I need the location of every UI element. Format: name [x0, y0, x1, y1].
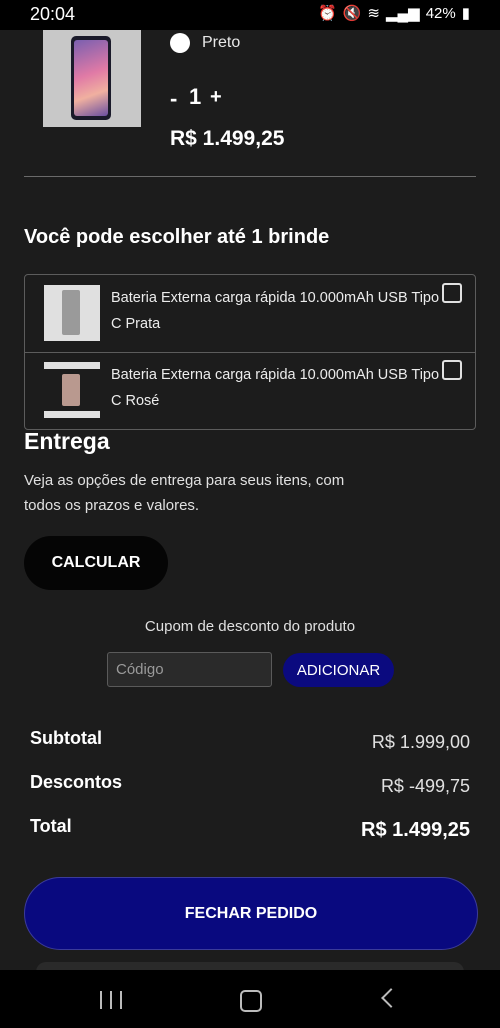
- alarm-icon: ⏰: [318, 5, 337, 22]
- total-label: Total: [30, 816, 72, 836]
- divider: [24, 176, 476, 177]
- home-icon[interactable]: [240, 990, 262, 1012]
- back-icon[interactable]: [381, 988, 401, 1008]
- status-icons: ⏰ 🔇 ≋ ▂▄▆ 42% ▮: [318, 4, 470, 23]
- subtotal-value: R$ 1.999,00: [371, 732, 470, 752]
- navigation-bar: [0, 970, 500, 1028]
- discount-value: R$ -499,75: [380, 776, 470, 796]
- wifi-icon: ≋: [367, 5, 380, 22]
- product-image: [43, 30, 141, 127]
- mute-icon: 🔇: [342, 5, 362, 22]
- gift-item[interactable]: Bateria Externa carga rápida 10.000mAh U…: [25, 275, 475, 353]
- gift-thumbnail: [44, 362, 100, 418]
- recent-apps-icon[interactable]: [100, 991, 122, 1009]
- product-price: R$ 1.499,25: [170, 127, 285, 150]
- status-time: 20:04: [30, 4, 76, 24]
- delivery-description: Veja as opções de entrega para seus iten…: [24, 472, 345, 514]
- add-coupon-button[interactable]: ADICIONAR: [283, 653, 394, 687]
- status-bar: 20:04 ⏰ 🔇 ≋ ▂▄▆ 42% ▮: [0, 0, 500, 30]
- signal-icon: ▂▄▆: [386, 5, 420, 22]
- gift-checkbox[interactable]: [442, 283, 462, 303]
- gifts-list: Bateria Externa carga rápida 10.000mAh U…: [24, 274, 476, 430]
- phone-icon: [71, 36, 111, 120]
- coupon-input[interactable]: [107, 652, 272, 687]
- battery-level: 42%: [425, 4, 456, 22]
- gift-checkbox[interactable]: [442, 360, 462, 380]
- gift-name: Bateria Externa carga rápida 10.000mAh U…: [111, 290, 440, 332]
- subtotal-label: Subtotal: [30, 728, 102, 748]
- delivery-title: Entrega: [24, 428, 110, 454]
- gifts-title: Você pode escolher até 1 brinde: [24, 226, 330, 248]
- quantity-value: 1: [189, 84, 202, 109]
- total-value: R$ 1.499,25: [361, 819, 470, 841]
- gift-thumbnail: [44, 285, 100, 341]
- checkout-button[interactable]: FECHAR PEDIDO: [24, 877, 478, 950]
- discount-label: Descontos: [30, 772, 123, 792]
- coupon-label: Cupom de desconto do produto: [144, 618, 356, 635]
- calculate-button[interactable]: CALCULAR: [24, 536, 168, 590]
- quantity-decrease-button[interactable]: -: [170, 86, 177, 112]
- battery-icon: ▮: [461, 5, 470, 22]
- gift-name: Bateria Externa carga rápida 10.000mAh U…: [111, 367, 440, 409]
- color-radio[interactable]: [170, 33, 190, 53]
- gift-item[interactable]: Bateria Externa carga rápida 10.000mAh U…: [25, 352, 475, 429]
- color-label: Preto: [202, 34, 241, 51]
- quantity-increase-button[interactable]: +: [210, 86, 222, 109]
